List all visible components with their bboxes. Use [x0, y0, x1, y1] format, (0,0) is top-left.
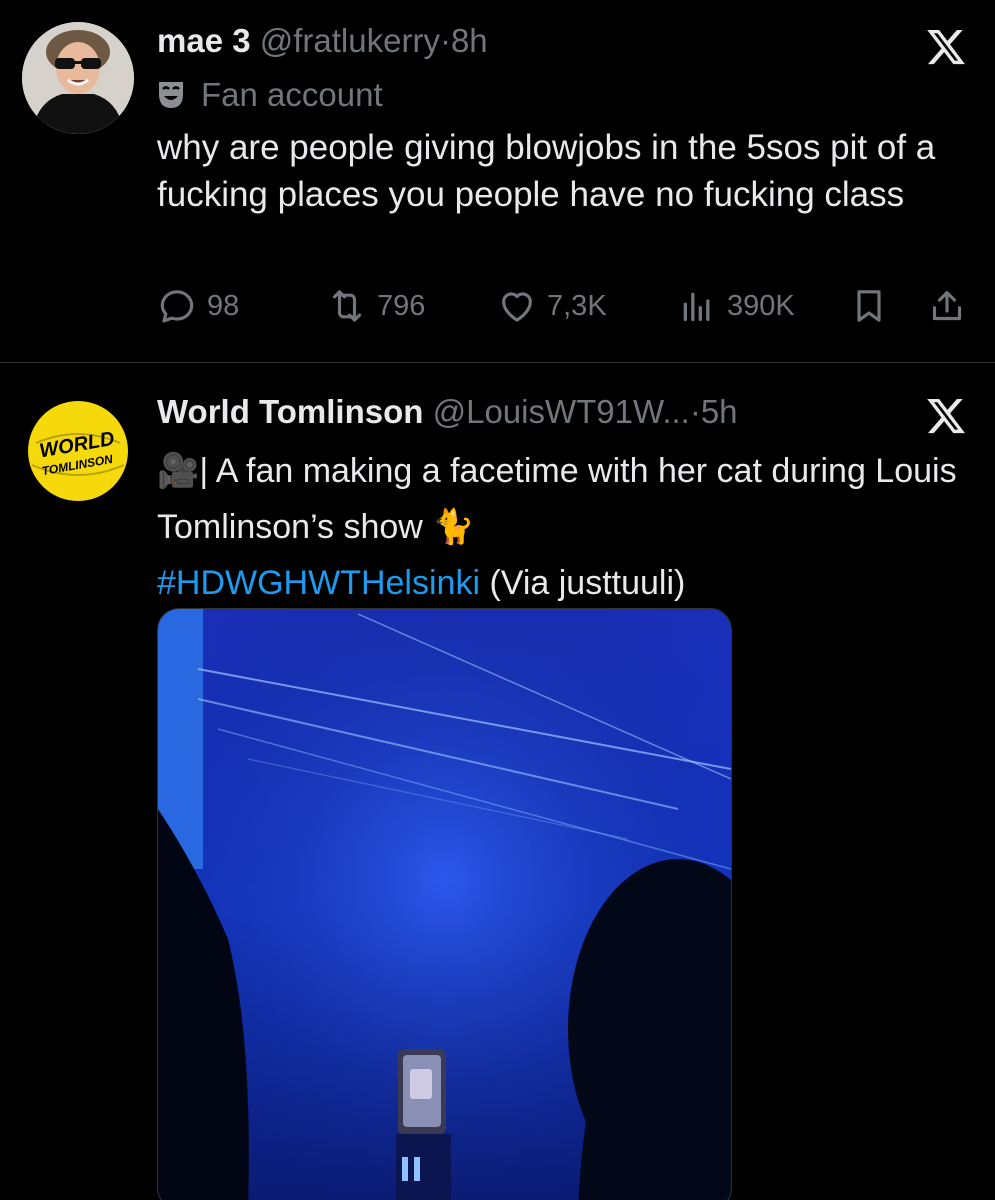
- account-label-text: Fan account: [201, 76, 383, 113]
- timestamp[interactable]: 5h: [701, 393, 738, 430]
- handle[interactable]: @LouisWT91W...: [433, 393, 690, 430]
- handle[interactable]: @fratlukerry: [260, 22, 440, 59]
- avatar[interactable]: [22, 22, 134, 134]
- heart-icon: [502, 292, 532, 322]
- timestamp[interactable]: 8h: [451, 22, 488, 59]
- bookmark-icon: [857, 290, 881, 322]
- tweet-text: why are people giving blowjobs in the 5s…: [157, 128, 936, 214]
- share-button[interactable]: [927, 286, 977, 326]
- tweet-text-suffix: (Via justtuuli): [480, 564, 686, 602]
- avatar[interactable]: WORLD TOMLINSON: [22, 395, 134, 507]
- tweet-mae3[interactable]: mae 3 @fratlukerry·8h Fan account why ar…: [0, 0, 995, 363]
- like-button[interactable]: 7,3K: [497, 286, 607, 326]
- tweet-actions: 98 796 7,3K 390K: [157, 286, 972, 330]
- tweet-world-tomlinson[interactable]: WORLD TOMLINSON World Tomlinson @LouisWT…: [0, 363, 995, 1200]
- movie-camera-emoji: 🎥: [157, 452, 200, 490]
- account-label: Fan account: [157, 76, 383, 114]
- tweet-header: mae 3 @fratlukerry·8h: [157, 22, 488, 60]
- video-media[interactable]: [157, 608, 732, 1200]
- tweet-text: 🎥| A fan making a facetime with her cat …: [157, 443, 972, 611]
- repost-button[interactable]: 796: [327, 286, 425, 326]
- repost-icon: [332, 290, 362, 322]
- bookmark-button[interactable]: [849, 286, 899, 326]
- display-name[interactable]: World Tomlinson: [157, 393, 423, 430]
- x-logo-icon[interactable]: [925, 26, 967, 68]
- x-logo-icon[interactable]: [925, 395, 967, 437]
- theater-mask-icon: [157, 80, 185, 110]
- reply-button[interactable]: 98: [157, 286, 239, 326]
- views-bar-icon: [683, 292, 710, 321]
- repost-count: 796: [377, 289, 426, 322]
- views-button[interactable]: 390K: [677, 286, 795, 326]
- separator-dot: ·: [439, 22, 451, 59]
- display-name[interactable]: mae 3: [157, 22, 251, 59]
- tweet-header: World Tomlinson @LouisWT91W...·5h: [157, 393, 738, 431]
- cat-emoji: 🐈: [432, 508, 475, 546]
- reply-icon: [160, 290, 194, 323]
- hashtag-link[interactable]: #HDWGHWTHelsinki: [157, 564, 480, 602]
- separator-dot: ·: [689, 393, 701, 430]
- share-icon: [932, 291, 962, 321]
- reply-count: 98: [207, 289, 240, 322]
- views-count: 390K: [727, 289, 795, 322]
- like-count: 7,3K: [547, 289, 607, 322]
- tweet-text-main: | A fan making a facetime with her cat d…: [157, 452, 957, 546]
